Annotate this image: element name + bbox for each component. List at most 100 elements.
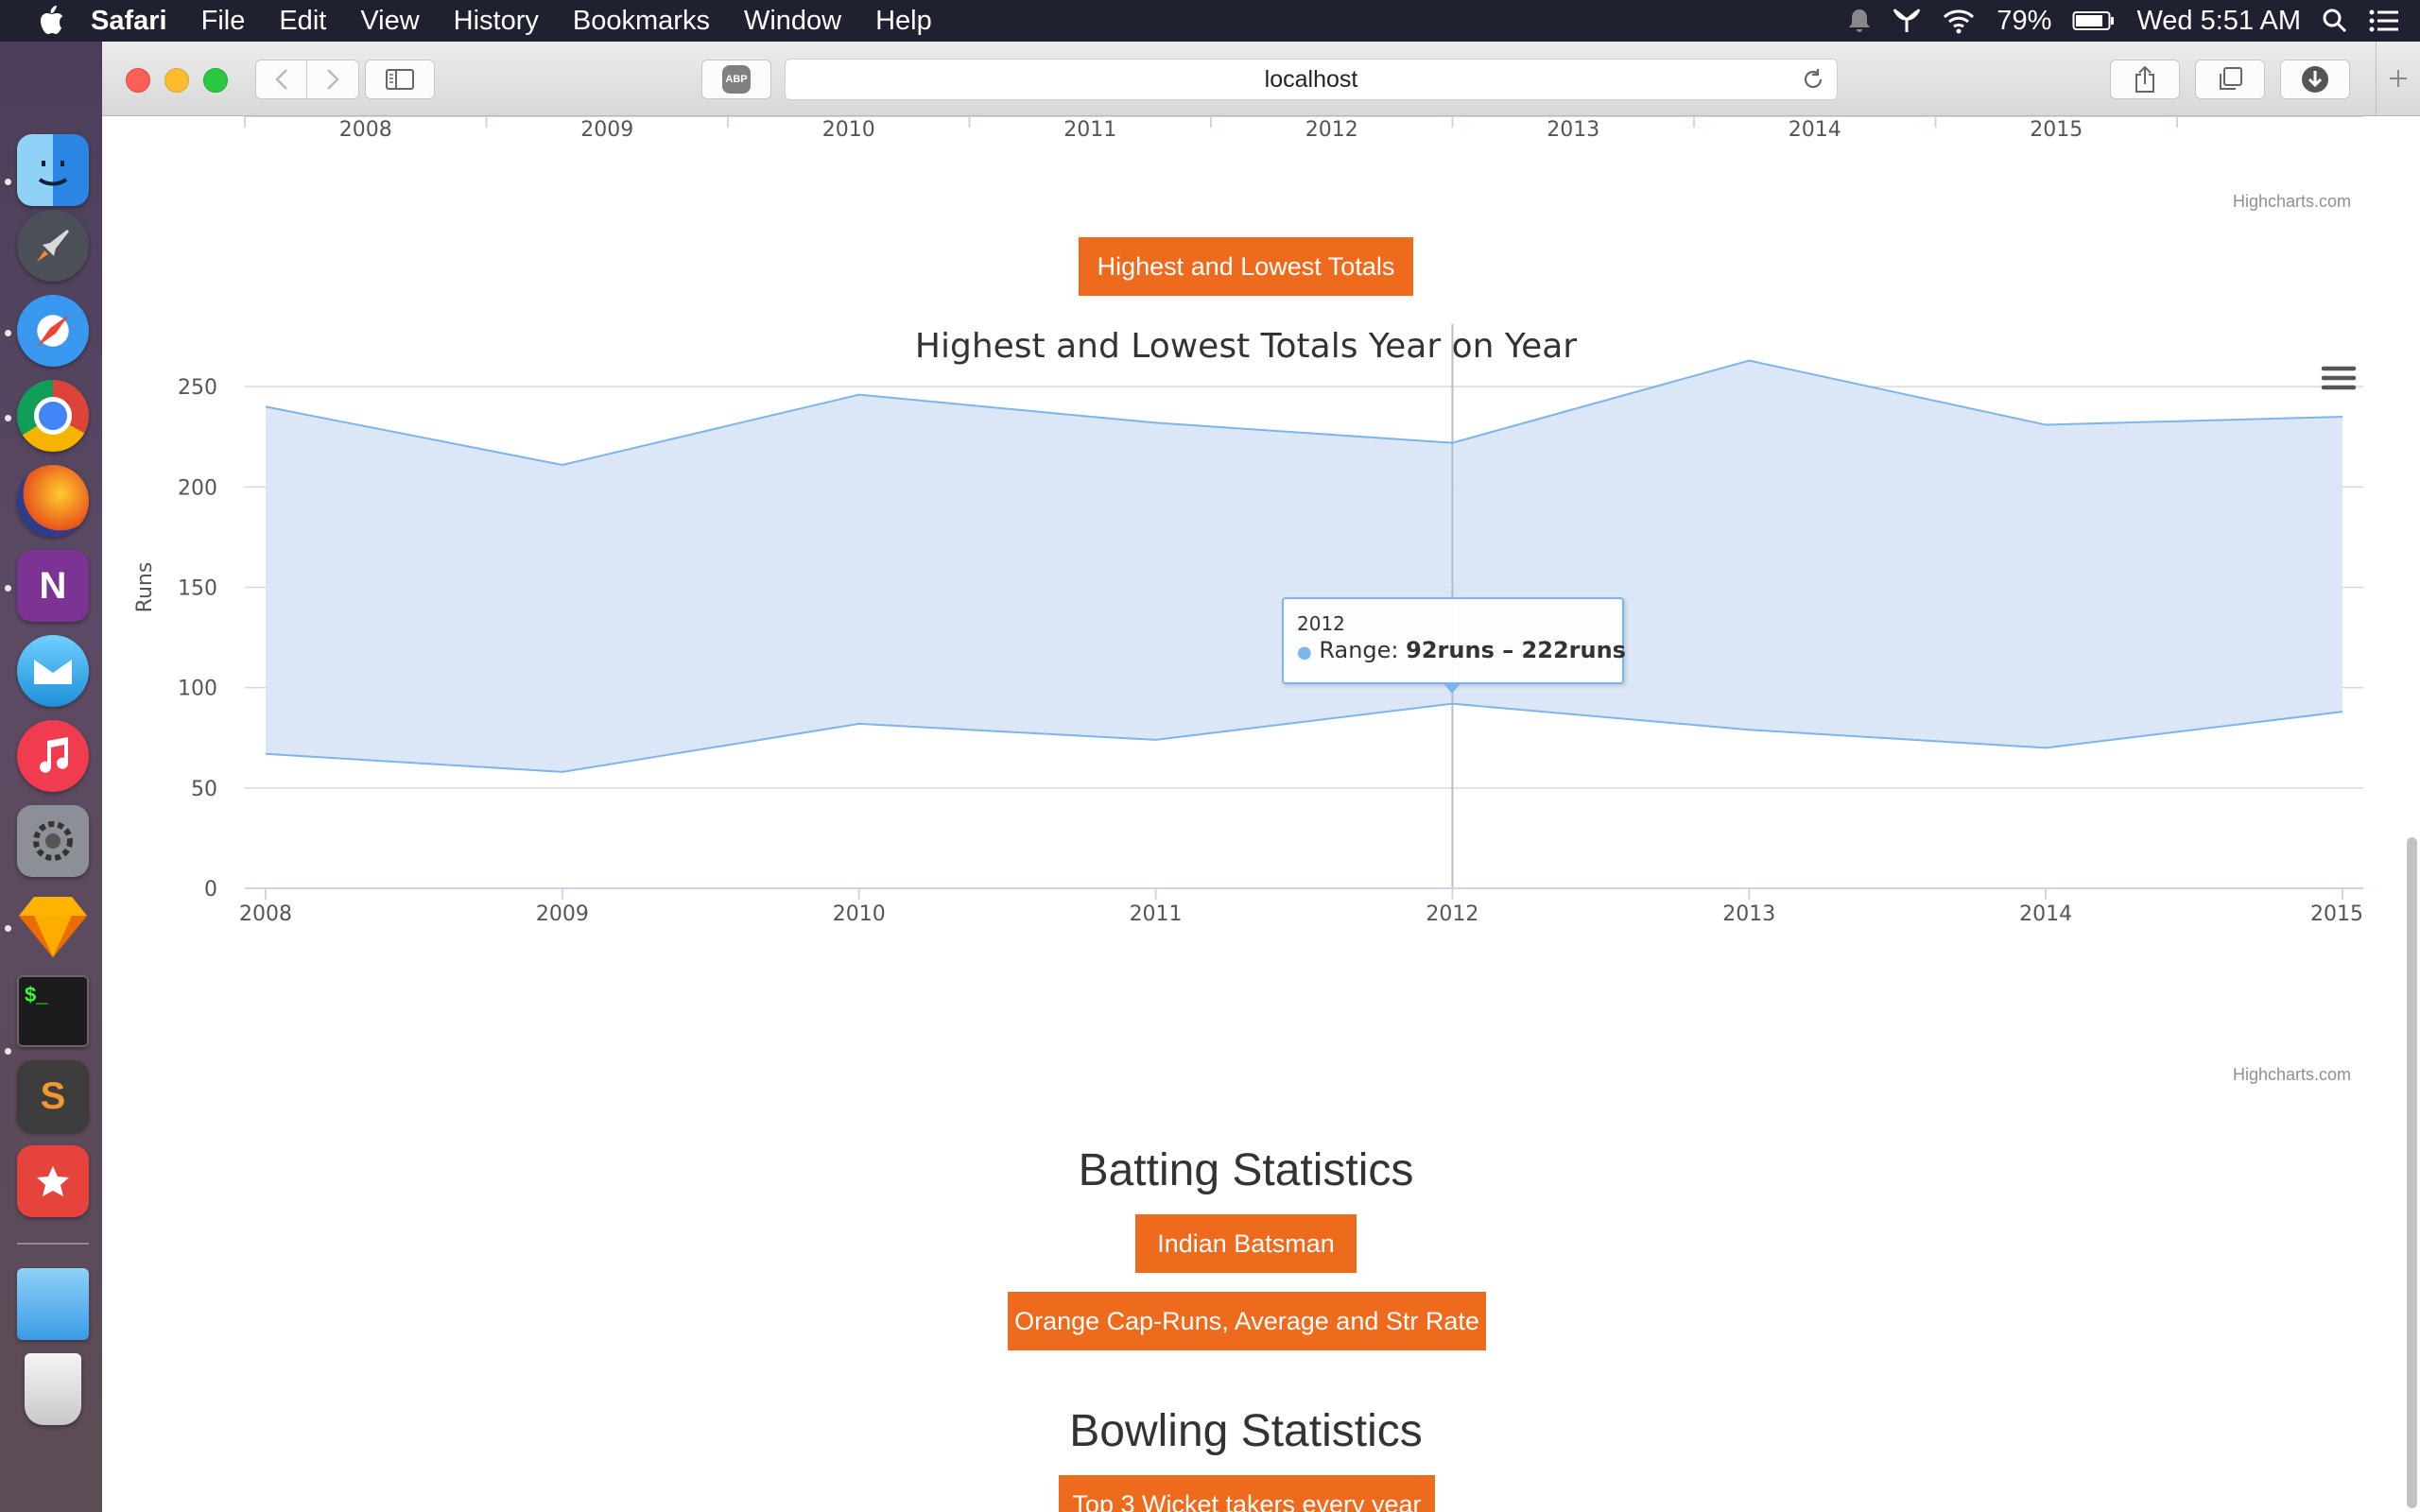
new-tab-button[interactable] xyxy=(2376,42,2420,115)
menu-file[interactable]: File xyxy=(201,6,246,37)
safari-window: ABP localhost 2008 2009 2010 2011 2012 2013 20… xyxy=(102,42,2420,1512)
tooltip-series-marker: ● xyxy=(1297,643,1312,662)
download-icon xyxy=(2302,66,2328,93)
sublime-text-icon[interactable]: S xyxy=(17,1060,89,1132)
menu-help[interactable]: Help xyxy=(875,6,932,37)
launchpad-icon[interactable] xyxy=(17,210,89,282)
running-indicator xyxy=(5,925,11,932)
chart-y-tick-label: 50 xyxy=(191,778,217,801)
terminal-icon[interactable]: $_ xyxy=(17,975,89,1047)
chart-x-tick-label: 2011 xyxy=(1130,902,1183,926)
firefox-icon[interactable] xyxy=(17,465,89,537)
notification-icon[interactable] xyxy=(1847,8,1872,34)
safari-icon[interactable] xyxy=(17,295,89,367)
tabs-overview-button[interactable] xyxy=(2195,60,2265,99)
browser-toolbar: ABP localhost xyxy=(102,42,2420,116)
finder-icon[interactable] xyxy=(17,134,89,206)
running-indicator xyxy=(5,415,11,421)
apple-menu-icon[interactable] xyxy=(38,6,64,36)
notification-center-icon[interactable] xyxy=(2369,9,2399,33)
range-chart: Highest and Lowest Totals Year on Year 0 5… xyxy=(133,324,2363,926)
indian-batsman-button[interactable]: Indian Batsman xyxy=(1135,1214,1357,1273)
antenna-icon[interactable] xyxy=(1893,8,1921,34)
bowling-statistics-heading: Bowling Statistics xyxy=(1069,1406,1423,1456)
spotlight-search-icon[interactable] xyxy=(2322,8,2348,34)
menu-history[interactable]: History xyxy=(454,6,539,37)
menu-edit[interactable]: Edit xyxy=(279,6,326,37)
wifi-icon[interactable] xyxy=(1942,8,1976,34)
chart-y-tick-label: 200 xyxy=(178,476,217,500)
top-chart-x-tick-label: 2009 xyxy=(580,118,633,142)
system-preferences-icon[interactable] xyxy=(17,805,89,877)
tooltip-header: 2012 xyxy=(1297,612,1345,635)
top-chart-x-tick-label: 2008 xyxy=(339,118,392,142)
chart-x-tick-label: 2014 xyxy=(2019,902,2072,926)
sketch-icon[interactable] xyxy=(17,890,89,962)
highest-lowest-totals-button[interactable]: Highest and Lowest Totals xyxy=(1079,237,1413,296)
hamburger-menu-icon xyxy=(2321,366,2357,390)
chart-menu-button[interactable] xyxy=(2320,364,2358,394)
orange-cap-button[interactable]: Orange Cap-Runs, Average and Str Rate xyxy=(1008,1292,1486,1350)
itunes-icon[interactable] xyxy=(17,720,89,792)
downloads-button[interactable] xyxy=(2280,60,2350,99)
tooltip-pointer xyxy=(1443,682,1461,694)
top-chart-x-tick-label: 2013 xyxy=(1547,118,1599,142)
wunderlist-icon[interactable] xyxy=(17,1145,89,1217)
reload-icon[interactable] xyxy=(1801,67,1825,92)
menu-bar: Safari File Edit View History Bookmarks … xyxy=(0,0,2420,42)
page-content: 2008 2009 2010 2011 2012 2013 2014 2015 Highcha… xyxy=(102,116,2405,1512)
running-indicator xyxy=(5,1048,11,1055)
chart-y-tick-label: 250 xyxy=(178,376,217,400)
chrome-icon[interactable] xyxy=(17,380,89,452)
adblock-button[interactable]: ABP xyxy=(701,60,771,99)
chart-y-tick-label: 0 xyxy=(204,878,217,902)
tabs-icon xyxy=(2220,67,2242,90)
running-indicator xyxy=(5,179,11,185)
top-chart-credits[interactable]: Highcharts.com xyxy=(2233,192,2351,212)
menu-view[interactable]: View xyxy=(360,6,419,37)
chart-x-tick-label: 2008 xyxy=(239,902,292,926)
minimize-window-button[interactable] xyxy=(164,68,189,93)
top-chart-x-tick-label: 2010 xyxy=(822,118,875,142)
top-chart-x-tick-label: 2015 xyxy=(2030,118,2083,142)
zoom-window-button[interactable] xyxy=(203,68,228,93)
close-window-button[interactable] xyxy=(126,68,150,93)
trash-icon[interactable] xyxy=(25,1353,81,1425)
airmail-icon[interactable] xyxy=(17,635,89,707)
clock[interactable]: Wed 5:51 AM xyxy=(2136,6,2301,37)
tooltip-value: 92runs – 222runs xyxy=(1406,637,1626,663)
chart-x-tick-label: 2010 xyxy=(833,902,886,926)
batting-statistics-heading: Batting Statistics xyxy=(1078,1145,1414,1195)
top-chart-x-tick-label: 2011 xyxy=(1063,118,1116,142)
chart-y-tick-label: 150 xyxy=(178,577,217,601)
chart-x-tick-label: 2009 xyxy=(536,902,589,926)
dock-separator xyxy=(17,1243,89,1245)
top-chart-x-tick-label: 2012 xyxy=(1305,118,1358,142)
sidebar-icon xyxy=(386,69,414,90)
menu-bookmarks[interactable]: Bookmarks xyxy=(573,6,710,37)
menu-window[interactable]: Window xyxy=(744,6,841,37)
share-button[interactable] xyxy=(2110,60,2180,99)
previous-chart-axis: 2008 2009 2010 2011 2012 2013 2014 2015 xyxy=(244,116,2363,142)
battery-percent[interactable]: 79% xyxy=(1996,6,2051,37)
downloads-folder-icon[interactable] xyxy=(17,1268,89,1340)
battery-icon[interactable] xyxy=(2072,9,2116,32)
menu-app-name[interactable]: Safari xyxy=(91,6,167,37)
running-indicator xyxy=(5,585,11,592)
dock: N $_ S xyxy=(0,42,102,1512)
forward-button[interactable] xyxy=(306,60,359,99)
wicket-takers-button[interactable]: Top 3 Wicket takers every year xyxy=(1059,1475,1435,1512)
back-button[interactable] xyxy=(255,60,308,99)
chart-x-tick-label: 2012 xyxy=(1426,902,1478,926)
range-chart-credits[interactable]: Highcharts.com xyxy=(2233,1065,2351,1085)
adblock-stop-icon: ABP xyxy=(722,65,751,94)
page-scrollbar[interactable] xyxy=(2407,837,2417,1508)
chart-y-tick-label: 100 xyxy=(178,678,217,701)
address-text: localhost xyxy=(1264,65,1358,93)
chevron-left-icon xyxy=(275,69,287,90)
onenote-icon[interactable]: N xyxy=(17,550,89,622)
address-bar[interactable]: localhost xyxy=(785,59,1838,100)
sidebar-toggle-button[interactable] xyxy=(365,60,435,99)
running-indicator xyxy=(5,330,11,336)
chart-y-axis-label: Runs xyxy=(133,562,157,613)
